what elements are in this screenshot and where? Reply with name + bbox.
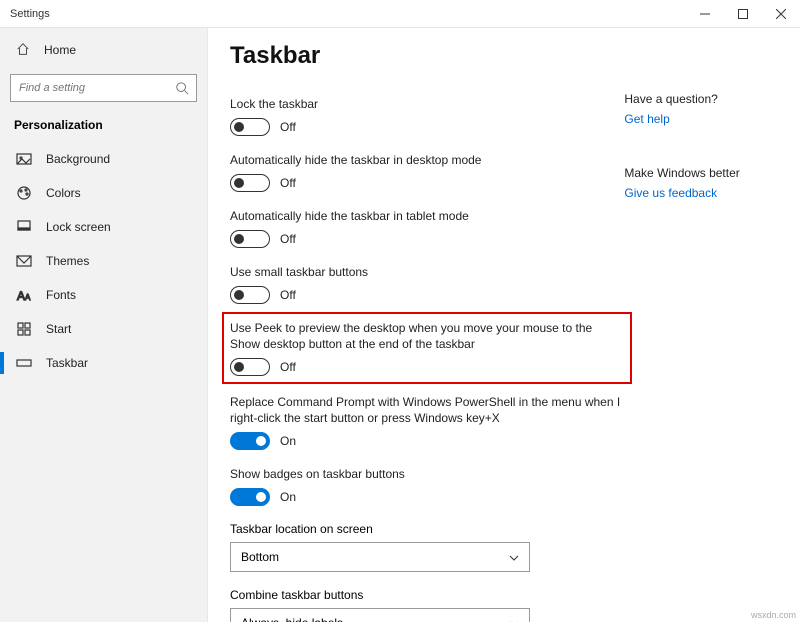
svg-text:A: A	[17, 289, 25, 303]
question-heading: Have a question?	[624, 92, 792, 106]
option-label: Automatically hide the taskbar in deskto…	[230, 152, 624, 168]
maximize-button[interactable]	[724, 0, 762, 28]
home-icon	[16, 42, 30, 59]
option-label: Use Peek to preview the desktop when you…	[230, 320, 624, 352]
sidebar: Home Personalization Background Colors L…	[0, 28, 208, 622]
toggle-switch[interactable]	[230, 358, 270, 376]
option-label: Lock the taskbar	[230, 96, 624, 112]
search-wrap	[10, 74, 197, 102]
palette-icon	[16, 185, 32, 201]
sidebar-item-themes[interactable]: Themes	[0, 244, 207, 278]
toggle-switch[interactable]	[230, 286, 270, 304]
minimize-button[interactable]	[686, 0, 724, 28]
themes-icon	[16, 253, 32, 269]
option-autohide-tablet: Automatically hide the taskbar in tablet…	[230, 208, 624, 248]
sidebar-item-start[interactable]: Start	[0, 312, 207, 346]
window-title: Settings	[0, 8, 686, 20]
sidebar-item-label: Colors	[46, 186, 81, 200]
close-button[interactable]	[762, 0, 800, 28]
fonts-icon: AA	[16, 287, 32, 303]
feedback-heading: Make Windows better	[624, 166, 792, 180]
option-label: Use small taskbar buttons	[230, 264, 624, 280]
option-label: Replace Command Prompt with Windows Powe…	[230, 394, 624, 426]
toggle-switch[interactable]	[230, 488, 270, 506]
svg-text:A: A	[25, 293, 31, 302]
sidebar-item-label: Background	[46, 152, 110, 166]
sidebar-item-label: Fonts	[46, 288, 76, 302]
chevron-down-icon	[509, 552, 519, 562]
select-value: Always, hide labels	[241, 616, 343, 622]
toggle-state: On	[280, 490, 296, 504]
highlighted-option: Use Peek to preview the desktop when you…	[222, 312, 632, 384]
select-label: Combine taskbar buttons	[230, 588, 624, 602]
give-feedback-link[interactable]: Give us feedback	[624, 186, 792, 200]
option-label: Automatically hide the taskbar in tablet…	[230, 208, 624, 224]
sidebar-home[interactable]: Home	[0, 34, 207, 66]
toggle-state: Off	[280, 360, 296, 374]
sidebar-item-fonts[interactable]: AA Fonts	[0, 278, 207, 312]
search-icon	[175, 81, 189, 95]
watermark: wsxdn.com	[751, 610, 796, 620]
sidebar-item-background[interactable]: Background	[0, 142, 207, 176]
get-help-link[interactable]: Get help	[624, 112, 792, 126]
sidebar-item-label: Lock screen	[46, 220, 111, 234]
start-icon	[16, 321, 32, 337]
taskbar-icon	[16, 355, 32, 371]
sidebar-category: Personalization	[0, 112, 207, 142]
toggle-switch[interactable]	[230, 118, 270, 136]
toggle-state: Off	[280, 120, 296, 134]
toggle-state: Off	[280, 232, 296, 246]
toggle-state: Off	[280, 288, 296, 302]
toggle-state: Off	[280, 176, 296, 190]
taskbar-location-select[interactable]: Bottom	[230, 542, 530, 572]
select-label: Taskbar location on screen	[230, 522, 624, 536]
page-title: Taskbar	[230, 42, 624, 70]
option-label: Show badges on taskbar buttons	[230, 466, 624, 482]
toggle-switch[interactable]	[230, 174, 270, 192]
lock-screen-icon	[16, 219, 32, 235]
chevron-down-icon	[509, 618, 519, 622]
toggle-switch[interactable]	[230, 230, 270, 248]
option-lock-taskbar: Lock the taskbar Off	[230, 96, 624, 136]
toggle-state: On	[280, 434, 296, 448]
sidebar-item-lock-screen[interactable]: Lock screen	[0, 210, 207, 244]
option-powershell: Replace Command Prompt with Windows Powe…	[230, 394, 624, 450]
main: Taskbar Lock the taskbar Off Automatical…	[208, 28, 800, 622]
right-column: Have a question? Get help Make Windows b…	[624, 42, 792, 622]
select-value: Bottom	[241, 550, 279, 564]
sidebar-item-label: Themes	[46, 254, 89, 268]
sidebar-item-label: Taskbar	[46, 356, 88, 370]
content: Taskbar Lock the taskbar Off Automatical…	[230, 42, 624, 622]
sidebar-item-label: Start	[46, 322, 71, 336]
option-autohide-desktop: Automatically hide the taskbar in deskto…	[230, 152, 624, 192]
titlebar: Settings	[0, 0, 800, 28]
toggle-switch[interactable]	[230, 432, 270, 450]
picture-icon	[16, 151, 32, 167]
sidebar-home-label: Home	[44, 43, 76, 57]
option-badges: Show badges on taskbar buttons On	[230, 466, 624, 506]
search-input[interactable]	[10, 74, 197, 102]
sidebar-item-colors[interactable]: Colors	[0, 176, 207, 210]
combine-buttons-select[interactable]: Always, hide labels	[230, 608, 530, 622]
option-small-buttons: Use small taskbar buttons Off	[230, 264, 624, 304]
sidebar-item-taskbar[interactable]: Taskbar	[0, 346, 207, 380]
